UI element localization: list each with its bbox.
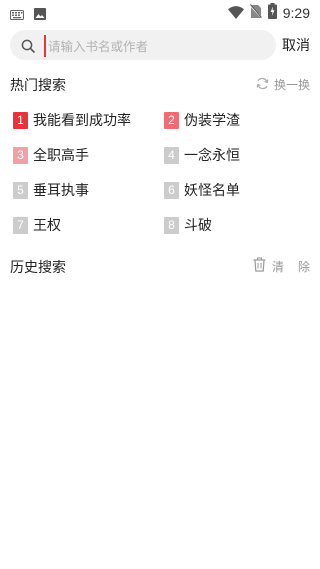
refresh-icon [256,77,269,93]
cancel-button[interactable]: 取消 [282,35,310,55]
search-box[interactable] [10,30,276,60]
clear-history-label: 清除 [271,259,320,274]
hot-search-item[interactable]: 7 王权 [13,215,153,235]
rank-badge: 1 [13,111,28,129]
status-bar: 9:29 [0,0,320,24]
hot-search-item[interactable]: 4 一念永恒 [164,145,304,165]
wifi-icon [227,4,244,23]
hot-search-title-text: 王权 [33,218,61,234]
hot-search-title-text: 一念永恒 [184,148,240,164]
history-title: 历史搜索 [10,260,66,276]
hot-search-item[interactable]: 2 伪装学渣 [164,110,304,130]
rank-badge: 8 [164,216,179,234]
search-icon [21,38,35,53]
hot-search-title-text: 伪装学渣 [184,113,240,129]
keyboard-icon [10,5,24,24]
image-icon [34,5,46,24]
hot-search-title-text: 我能看到成功率 [33,113,131,129]
refresh-label: 换一换 [273,78,310,92]
rank-badge: 2 [164,111,179,129]
rank-badge: 6 [164,181,179,199]
refresh-button[interactable]: 换一换 [256,76,310,93]
hot-search-title-text: 全职高手 [33,148,89,164]
hot-search-item[interactable]: 8 斗破 [164,215,304,235]
battery-charging-icon [267,3,277,23]
rank-badge: 7 [13,216,28,234]
rank-badge: 5 [13,181,28,199]
hot-search-title-text: 妖怪名单 [184,183,240,199]
history-header: 历史搜索 清除 [10,257,310,279]
hot-search-item[interactable]: 1 我能看到成功率 [13,110,153,130]
hot-search-title: 热门搜索 [10,78,66,94]
search-row: 取消 [10,30,310,60]
no-sim-icon [249,3,263,23]
hot-search-item[interactable]: 3 全职高手 [13,145,153,165]
rank-badge: 4 [164,146,179,164]
hot-search-title-text: 斗破 [184,218,212,234]
hot-search-title-text: 垂耳执事 [33,183,89,199]
search-input[interactable] [44,35,270,57]
clear-history-button[interactable]: 清除 [253,257,310,275]
hot-search-item[interactable]: 6 妖怪名单 [164,180,304,200]
hot-search-item[interactable]: 5 垂耳执事 [13,180,153,200]
status-time: 9:29 [282,5,310,21]
rank-badge: 3 [13,146,28,164]
hot-search-header: 热门搜索 换一换 [10,75,310,97]
trash-icon [253,257,266,275]
